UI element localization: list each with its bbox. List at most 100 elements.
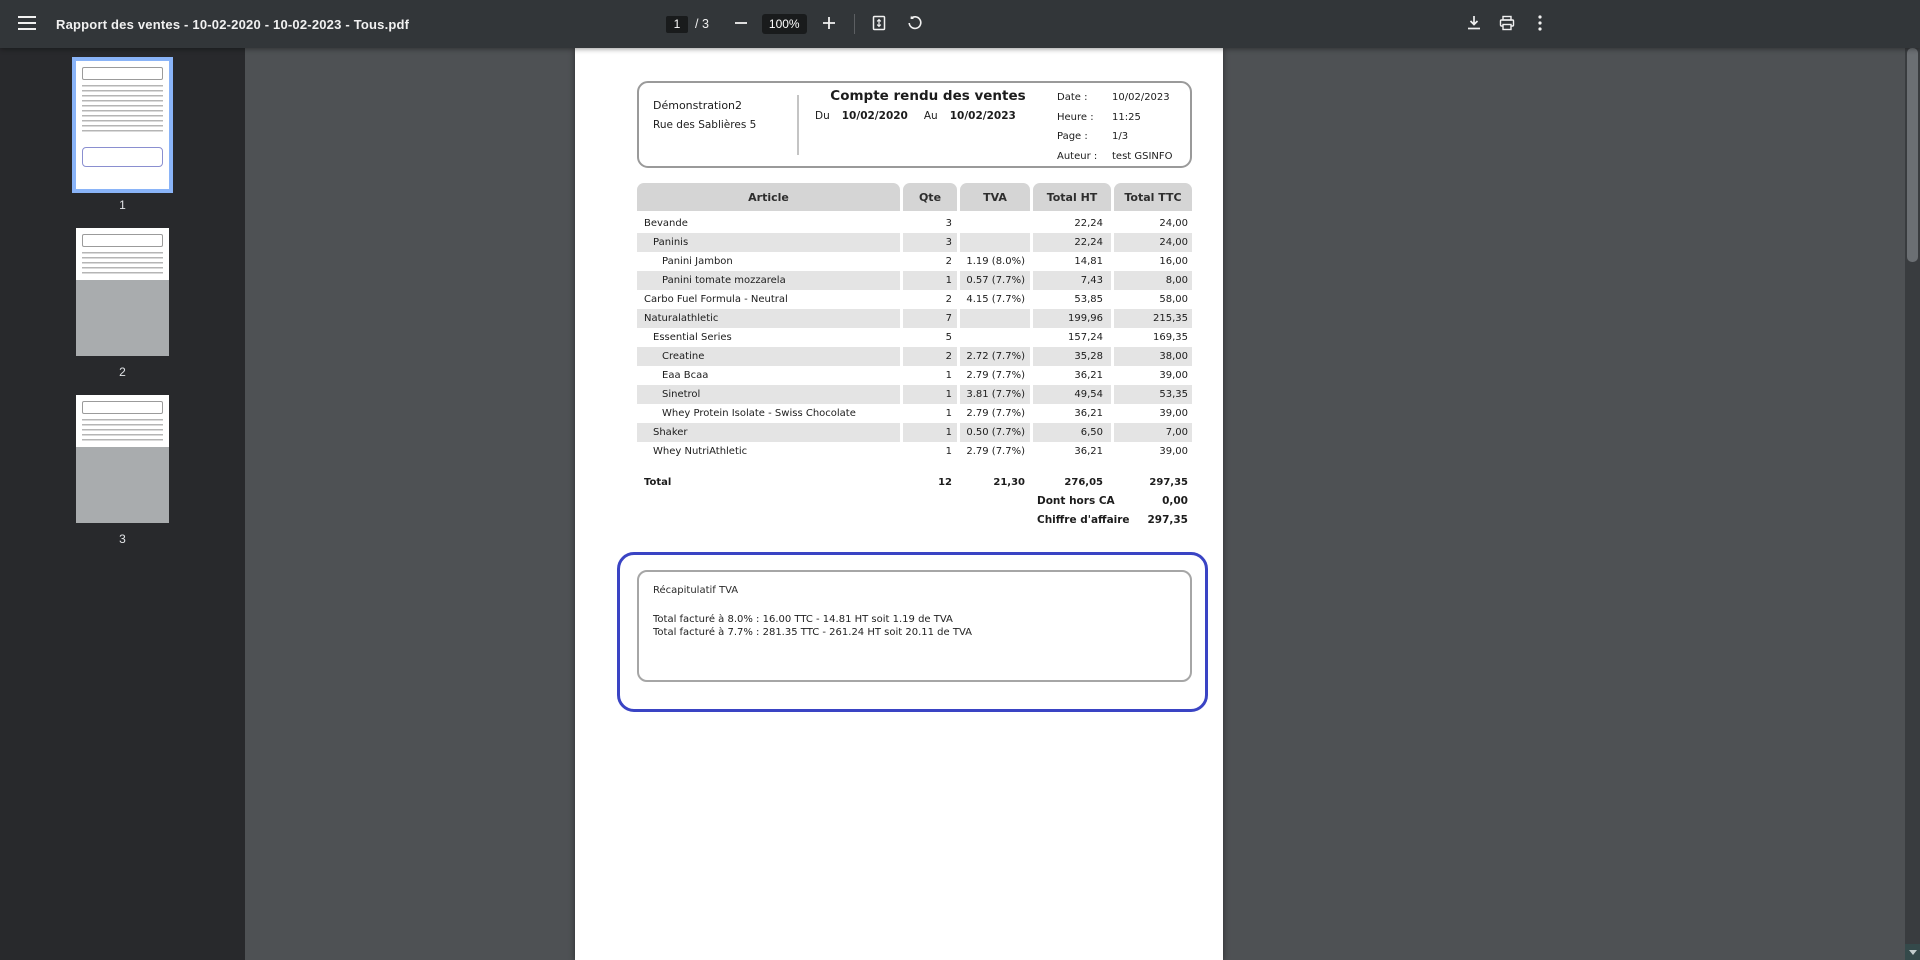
company-address: Rue des Sablières 5 — [653, 119, 756, 131]
thumb-sketch-table — [82, 419, 163, 443]
cell-ht: 157,24 — [1033, 328, 1111, 347]
cell-ht: 199,96 — [1033, 309, 1111, 328]
table-row: Whey Protein Isolate - Swiss Chocolate12… — [637, 404, 1192, 423]
header-divider — [797, 95, 799, 155]
thumbnail-image[interactable] — [76, 61, 169, 189]
cell-ht: 53,85 — [1033, 290, 1111, 309]
meta-value: 1/3 — [1112, 131, 1187, 142]
thumbnail-page-3[interactable]: 3 — [76, 395, 169, 546]
cell-tva — [960, 328, 1030, 347]
cell-ttc: 58,00 — [1114, 290, 1192, 309]
table-row: Shaker10.50 (7.7%)6,507,00 — [637, 423, 1192, 442]
total-ht: 276,05 — [1033, 473, 1111, 489]
cell-tva: 2.79 (7.7%) — [960, 442, 1030, 461]
cell-ht: 35,28 — [1033, 347, 1111, 366]
summary-value: 0,00 — [1162, 495, 1188, 507]
cell-tva: 0.57 (7.7%) — [960, 271, 1030, 290]
tva-recap-annotation[interactable]: Récapitulatif TVA Total facturé à 8.0% :… — [617, 552, 1208, 712]
cell-ttc: 7,00 — [1114, 423, 1192, 442]
printer-icon — [1499, 15, 1515, 34]
cell-article: Naturalathletic — [637, 309, 900, 328]
tva-line: Total facturé à 8.0% : 16.00 TTC - 14.81… — [653, 614, 972, 627]
period-from-value: 10/02/2020 — [842, 110, 908, 122]
page-number-input[interactable] — [666, 16, 688, 33]
thumbnail-page-2[interactable]: 2 — [76, 228, 169, 379]
cell-ht: 14,81 — [1033, 252, 1111, 271]
cell-qte: 1 — [903, 366, 957, 385]
header-meta-row: Page :1/3 — [1057, 131, 1187, 151]
zoom-out-button[interactable] — [726, 9, 756, 39]
period-to-value: 10/02/2023 — [950, 110, 1016, 122]
cell-qte: 1 — [903, 423, 957, 442]
cell-ht: 36,21 — [1033, 404, 1111, 423]
column-header-tva: TVA — [960, 183, 1030, 211]
table-summary: Dont hors CA0,00Chiffre d'affaire297,35 — [637, 495, 1192, 535]
hamburger-icon — [18, 16, 36, 33]
rotate-button[interactable] — [900, 9, 930, 39]
report-title: Compte rendu des ventes — [807, 88, 1049, 104]
meta-value: 11:25 — [1112, 112, 1187, 123]
cell-qte: 3 — [903, 233, 957, 252]
cell-qte: 1 — [903, 442, 957, 461]
cell-tva: 0.50 (7.7%) — [960, 423, 1030, 442]
table-total-row: Total1221,30276,05297,35 — [637, 473, 1192, 489]
cell-ttc: 39,00 — [1114, 366, 1192, 385]
cell-tva — [960, 309, 1030, 328]
thumbnail-image[interactable] — [76, 228, 169, 356]
cell-ttc: 24,00 — [1114, 214, 1192, 233]
sales-table: ArticleQteTVATotal HTTotal TTC Bevande32… — [637, 183, 1192, 535]
pdf-page-1: Démonstration2 Rue des Sablières 5 Compt… — [575, 48, 1223, 960]
scroll-down-button[interactable] — [1905, 944, 1920, 960]
cell-tva: 2.79 (7.7%) — [960, 404, 1030, 423]
meta-label: Page : — [1057, 131, 1112, 142]
vertical-scrollbar[interactable] — [1905, 48, 1920, 960]
table-row: Creatine22.72 (7.7%)35,2838,00 — [637, 347, 1192, 366]
column-header-total-ht: Total HT — [1033, 183, 1111, 211]
cell-article: Sinetrol — [637, 385, 900, 404]
summary-label: Dont hors CA — [1037, 495, 1115, 507]
page-count-label: / 3 — [695, 17, 709, 31]
cell-ttc: 38,00 — [1114, 347, 1192, 366]
table-row: Essential Series5157,24169,35 — [637, 328, 1192, 347]
document-viewport: Démonstration2 Rue des Sablières 5 Compt… — [245, 48, 1905, 960]
column-header-article: Article — [637, 183, 900, 211]
cell-ttc: 39,00 — [1114, 442, 1192, 461]
menu-button[interactable] — [12, 9, 42, 39]
zoom-level: 100% — [762, 14, 807, 34]
cell-ttc: 24,00 — [1114, 233, 1192, 252]
cell-ht: 36,21 — [1033, 442, 1111, 461]
cell-qte: 2 — [903, 252, 957, 271]
cell-qte: 1 — [903, 385, 957, 404]
fit-page-button[interactable] — [864, 9, 894, 39]
cell-article: Creatine — [637, 347, 900, 366]
tva-lines: Total facturé à 8.0% : 16.00 TTC - 14.81… — [653, 614, 972, 639]
meta-value: test GSINFO — [1112, 151, 1187, 162]
thumbnail-image[interactable] — [76, 395, 169, 523]
cell-tva: 2.79 (7.7%) — [960, 366, 1030, 385]
cell-qte: 2 — [903, 347, 957, 366]
table-row: Whey NutriAthletic12.79 (7.7%)36,2139,00 — [637, 442, 1192, 461]
scrollbar-thumb[interactable] — [1907, 48, 1918, 262]
table-row: Panini Jambon21.19 (8.0%)14,8116,00 — [637, 252, 1192, 271]
download-icon — [1466, 15, 1482, 34]
more-options-button[interactable] — [1525, 9, 1555, 39]
download-button[interactable] — [1459, 9, 1489, 39]
cell-article: Whey NutriAthletic — [637, 442, 900, 461]
cell-article: Paninis — [637, 233, 900, 252]
summary-label: Chiffre d'affaire — [1037, 514, 1130, 526]
vertical-ellipsis-icon — [1538, 15, 1542, 34]
cell-article: Carbo Fuel Formula - Neutral — [637, 290, 900, 309]
zoom-in-button[interactable] — [814, 9, 844, 39]
tva-recap-title: Récapitulatif TVA — [653, 585, 738, 596]
meta-label: Date : — [1057, 92, 1112, 103]
print-button[interactable] — [1492, 9, 1522, 39]
cell-tva: 1.19 (8.0%) — [960, 252, 1030, 271]
thumbnail-page-1[interactable]: 1 — [76, 61, 169, 212]
cell-qte: 7 — [903, 309, 957, 328]
thumb-sketch-body — [76, 447, 169, 523]
cell-article: Essential Series — [637, 328, 900, 347]
period-from-label: Du — [815, 110, 830, 122]
total-tva: 21,30 — [960, 473, 1030, 489]
header-meta: Date :10/02/2023Heure :11:25Page :1/3Aut… — [1057, 92, 1187, 170]
cell-ht: 22,24 — [1033, 233, 1111, 252]
